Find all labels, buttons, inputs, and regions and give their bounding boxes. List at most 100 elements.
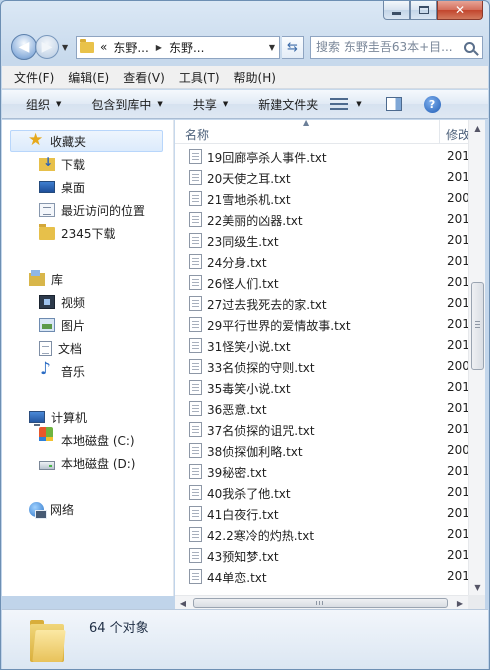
include-in-library-button[interactable]: 包含到库中 ▼ [91, 96, 162, 113]
file-row[interactable]: 24分身.txt 201 [175, 251, 468, 272]
file-row[interactable]: 27过去我死去的家.txt 201 [175, 293, 468, 314]
file-name: 24分身.txt [207, 256, 267, 270]
file-name: 35毒笑小说.txt [207, 382, 291, 396]
nav-documents[interactable]: 文档 [39, 337, 82, 359]
column-modified[interactable]: 修改 [446, 126, 468, 143]
file-row[interactable]: 33名侦探的守则.txt 200 [175, 356, 468, 377]
menu-help[interactable]: 帮助(H) [234, 69, 276, 86]
text-file-icon [189, 485, 202, 500]
scroll-left-icon[interactable]: ◀ [175, 596, 191, 610]
nav-label: 下载 [61, 157, 86, 172]
nav-network[interactable]: 网络 [29, 498, 74, 520]
forward-button[interactable]: ▶ [35, 35, 59, 59]
address-bar[interactable]: « 东野... ▶ 东野... ▼ [76, 35, 280, 59]
nav-recent-places[interactable]: 最近访问的位置 [39, 199, 145, 221]
text-file-icon [189, 275, 202, 290]
breadcrumb-item[interactable]: 东野... [169, 39, 204, 56]
breadcrumb-overflow[interactable]: « [100, 40, 107, 54]
address-dropdown-icon[interactable]: ▼ [269, 43, 275, 52]
file-row[interactable]: 22美丽的凶器.txt 201 [175, 209, 468, 230]
file-row[interactable]: 35毒笑小说.txt 201 [175, 377, 468, 398]
file-row[interactable]: 29平行世界的爱情故事.txt 201 [175, 314, 468, 335]
nav-2345-downloads[interactable]: 2345下载 [39, 222, 116, 244]
recent-pages-dropdown[interactable]: ▼ [62, 43, 72, 52]
file-row[interactable]: 26怪人们.txt 201 [175, 272, 468, 293]
view-options-icon[interactable] [330, 98, 349, 110]
file-row[interactable]: 19回廊亭杀人事件.txt 201 [175, 146, 468, 167]
file-row[interactable]: 36恶意.txt 201 [175, 398, 468, 419]
nav-label: 2345下载 [61, 226, 116, 241]
file-modified-date: 201 [447, 548, 468, 562]
nav-computer[interactable]: 计算机 [29, 406, 87, 428]
file-row[interactable]: 43预知梦.txt 201 [175, 545, 468, 566]
scroll-up-icon[interactable]: ▲ [469, 120, 486, 137]
file-row[interactable]: 31怪笑小说.txt 201 [175, 335, 468, 356]
refresh-button[interactable]: ⇆ [282, 35, 304, 59]
text-file-icon [189, 170, 202, 185]
menu-tools[interactable]: 工具(T) [179, 69, 220, 86]
horizontal-scroll-thumb[interactable] [193, 598, 448, 608]
nav-favorites[interactable]: 收藏夹 [10, 130, 163, 152]
file-row[interactable]: 20天使之耳.txt 201 [175, 167, 468, 188]
file-row[interactable]: 37名侦探的诅咒.txt 201 [175, 419, 468, 440]
file-row[interactable]: 42.2寒冷的灼热.txt 201 [175, 524, 468, 545]
file-modified-date: 201 [447, 254, 468, 268]
file-modified-date: 200 [447, 359, 468, 373]
nav-music[interactable]: 音乐 [39, 359, 85, 382]
text-file-icon [189, 380, 202, 395]
file-row[interactable]: 40我杀了他.txt 201 [175, 482, 468, 503]
search-input[interactable] [316, 40, 464, 54]
file-row[interactable]: 39秘密.txt 201 [175, 461, 468, 482]
nav-videos[interactable]: 视频 [39, 291, 85, 313]
maximize-button[interactable] [410, 1, 437, 20]
file-modified-date: 201 [447, 401, 468, 415]
text-file-icon [189, 212, 202, 227]
menu-edit[interactable]: 编辑(E) [68, 69, 109, 86]
file-row[interactable]: 38侦探伽利略.txt 200 [175, 440, 468, 461]
new-folder-button[interactable]: 新建文件夹 [258, 96, 318, 113]
nav-pictures[interactable]: 图片 [39, 314, 85, 336]
file-modified-date: 201 [447, 212, 468, 226]
scroll-right-icon[interactable]: ▶ [452, 596, 468, 610]
file-modified-date: 201 [447, 338, 468, 352]
close-icon: ✕ [454, 3, 466, 17]
recent-places-icon [39, 203, 55, 217]
help-icon[interactable]: ? [423, 95, 441, 113]
file-name: 39秘密.txt [207, 466, 267, 480]
nav-disk-d[interactable]: 本地磁盘 (D:) [39, 452, 135, 474]
nav-downloads[interactable]: 下载 [39, 153, 85, 175]
organize-button[interactable]: 组织 ▼ [26, 96, 61, 113]
back-button[interactable]: ◀ [11, 34, 37, 60]
file-row[interactable]: 41白夜行.txt 201 [175, 503, 468, 524]
text-file-icon [189, 254, 202, 269]
breadcrumb-chevron-icon[interactable]: ▶ [156, 43, 162, 52]
preview-pane-icon[interactable] [385, 97, 402, 111]
horizontal-scrollbar[interactable]: ◀ ▶ [175, 595, 468, 609]
breadcrumb-item[interactable]: 东野... [113, 39, 148, 56]
view-dropdown-icon[interactable]: ▼ [356, 100, 361, 108]
menu-view[interactable]: 查看(V) [123, 69, 165, 86]
nav-label: 计算机 [51, 410, 88, 425]
column-divider[interactable] [439, 120, 440, 144]
close-button[interactable]: ✕ [437, 1, 483, 20]
file-row[interactable]: 21雪地杀机.txt 200 [175, 188, 468, 209]
search-box[interactable] [310, 35, 483, 59]
vertical-scrollbar[interactable]: ▲ ▼ [468, 120, 485, 596]
minimize-button[interactable] [383, 1, 410, 20]
nav-libraries[interactable]: 库 [29, 268, 63, 290]
minimize-icon [392, 11, 401, 15]
file-modified-date: 201 [447, 527, 468, 541]
column-name[interactable]: 名称 [185, 126, 209, 143]
file-row[interactable]: 44单恋.txt 201 [175, 566, 468, 587]
file-row[interactable]: 23同级生.txt 201 [175, 230, 468, 251]
vertical-scroll-thumb[interactable] [471, 282, 484, 370]
scrollbar-corner [468, 595, 485, 609]
menu-file[interactable]: 文件(F) [14, 69, 54, 86]
search-icon [464, 41, 475, 53]
nav-desktop[interactable]: 桌面 [39, 176, 85, 198]
back-arrow-icon: ◀ [18, 39, 30, 55]
share-button[interactable]: 共享 ▼ [193, 96, 228, 113]
nav-disk-c[interactable]: 本地磁盘 (C:) [39, 427, 135, 451]
file-name: 26怪人们.txt [207, 277, 279, 291]
scroll-down-icon[interactable]: ▼ [469, 579, 486, 596]
